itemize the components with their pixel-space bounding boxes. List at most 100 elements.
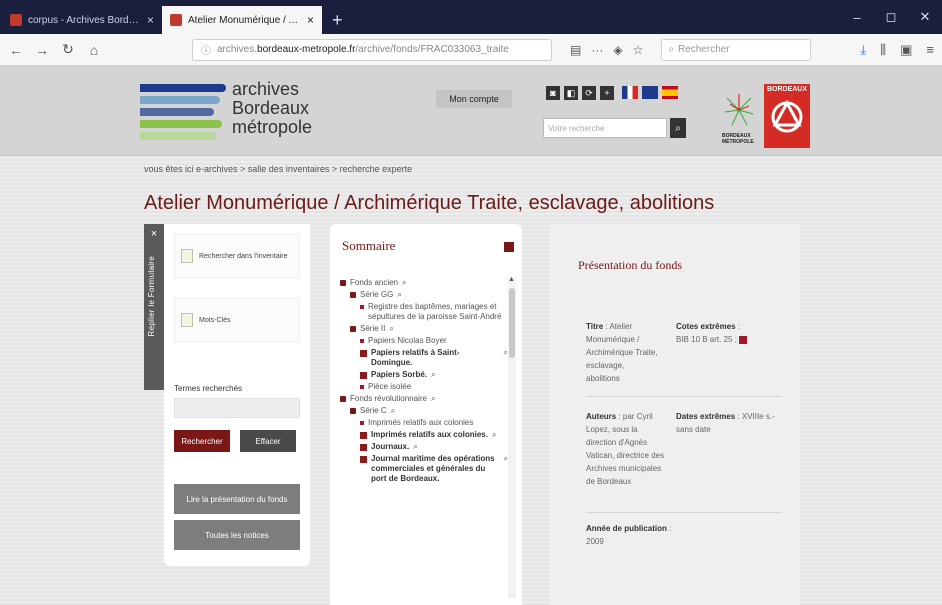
tree-item-label: Imprimés relatifs aux colonies. — [371, 430, 488, 439]
option-search-inventory[interactable]: Rechercher dans l'inventaire — [174, 234, 300, 278]
pocket-icon[interactable]: ◈ — [613, 43, 622, 57]
tree-item[interactable]: Journaux. ⌕ — [340, 442, 508, 452]
all-notices-button[interactable]: Toutes les notices — [174, 520, 300, 550]
close-icon[interactable]: × — [144, 224, 164, 240]
bullet-icon — [360, 421, 364, 425]
toggle-icon[interactable] — [360, 372, 367, 379]
tree-item-label: Registre des baptêmes, mariages et sépul… — [368, 302, 502, 321]
tree-item[interactable]: Papiers relatifs à Saint-Domingue. ⌕ — [340, 348, 508, 368]
search-icon[interactable]: ⌕ — [431, 370, 435, 380]
bookmark-star-icon[interactable]: ☆ — [633, 43, 644, 57]
scroll-up-icon[interactable]: ▲ — [508, 276, 515, 283]
share-icon[interactable]: ⟳ — [582, 86, 596, 100]
library-icon[interactable]: ⫼ — [880, 42, 886, 58]
new-tab-button[interactable]: + — [322, 6, 353, 34]
toggle-icon[interactable] — [350, 292, 356, 298]
clear-button[interactable]: Effacer — [240, 430, 296, 452]
reader-view-icon[interactable]: ▤ — [570, 43, 581, 57]
toggle-icon[interactable] — [360, 432, 367, 439]
more-icon[interactable]: ··· — [591, 43, 603, 57]
window-controls: – ◻ ✕ — [840, 0, 942, 34]
flag-fr-icon[interactable] — [622, 86, 638, 99]
plus-icon[interactable]: + — [600, 86, 614, 100]
tree-item[interactable]: Fonds ancien ⌕ — [340, 278, 508, 288]
rss-icon[interactable]: ◙ — [546, 86, 560, 100]
tab-corpus[interactable]: corpus - Archives Bordeaux Mé × — [2, 6, 162, 34]
toggle-icon[interactable] — [350, 326, 356, 332]
toggle-icon[interactable] — [360, 444, 367, 451]
search-button[interactable]: Rechercher — [174, 430, 230, 452]
tree-item[interactable]: Imprimés relatifs aux colonies. ⌕ — [340, 430, 508, 440]
bordeaux-metropole-logo: BORDEAUX MÉTROPOLE — [722, 92, 756, 146]
minimize-icon[interactable]: – — [840, 0, 874, 34]
back-icon[interactable]: ← — [8, 42, 24, 58]
tree-item[interactable]: Imprimés relatifs aux colonies — [340, 418, 508, 428]
search-icon: ⌕ — [668, 44, 674, 55]
tree-item[interactable]: Pièce isolée — [340, 382, 508, 392]
page-content: vous êtes ici e-archives > salle des inv… — [0, 156, 942, 605]
flag-uk-icon[interactable] — [642, 86, 658, 99]
search-icon[interactable]: ⌕ — [431, 394, 435, 404]
tree-item-label: Papiers Nicolas Boyer — [368, 336, 447, 345]
option-keywords[interactable]: Mots-Clés — [174, 298, 300, 342]
flag-es-icon[interactable] — [662, 86, 678, 99]
search-icon[interactable]: ⌕ — [413, 442, 417, 452]
search-icon[interactable]: ⌕ — [389, 324, 393, 334]
close-window-icon[interactable]: ✕ — [908, 0, 942, 34]
url-bar[interactable]: ⓘ archives.bordeaux-metropole.fr/archive… — [192, 38, 552, 61]
site-logo[interactable]: archives Bordeaux métropole — [140, 80, 340, 144]
tree-item-label: Série GG — [360, 290, 394, 299]
tree-item-label: Fonds ancien — [350, 278, 399, 287]
tree-item[interactable]: Papiers Sorbé. ⌕ — [340, 370, 508, 380]
tree-item[interactable]: Journal maritime des opérations commerci… — [340, 454, 508, 484]
contrast-icon[interactable]: ◧ — [564, 86, 578, 100]
terms-input[interactable] — [174, 398, 300, 418]
menu-icon[interactable]: ≡ — [926, 42, 934, 58]
download-icon[interactable]: ⤓ — [860, 42, 866, 58]
bordeaux-city-logo: BORDEAUX — [764, 84, 810, 148]
reload-icon[interactable]: ↻ — [60, 41, 76, 58]
scrollbar-thumb[interactable] — [509, 288, 515, 358]
search-icon[interactable]: ⌕ — [492, 430, 496, 440]
search-icon[interactable]: ⌕ — [402, 278, 406, 288]
search-form-panel: Rechercher dans l'inventaire Mots-Clés T… — [164, 224, 310, 566]
home-icon[interactable]: ⌂ — [86, 42, 102, 58]
sidebar-icon[interactable]: ▣ — [900, 42, 912, 58]
tab-close-icon[interactable]: × — [307, 13, 314, 27]
search-icon[interactable]: ⌕ — [397, 290, 401, 300]
tree-item-label: Journaux. — [371, 442, 410, 451]
toggle-icon[interactable] — [340, 396, 346, 402]
tab-atelier[interactable]: Atelier Monumérique / Archi × — [162, 6, 322, 34]
search-icon[interactable]: ⌕ — [391, 406, 395, 416]
toolbar-icons: ⤓ ⫼ ▣ ≡ — [860, 42, 934, 58]
toggle-icon[interactable] — [360, 350, 367, 357]
add-icon[interactable] — [739, 335, 748, 344]
collapse-form-tab[interactable]: × Replier le Formulaire — [144, 224, 164, 390]
dates-field: Dates extrêmes : XVIIIe s.-sans date — [676, 412, 775, 434]
checkbox-icon[interactable] — [181, 313, 193, 327]
tree-item[interactable]: Série C ⌕ — [340, 406, 508, 416]
toggle-icon[interactable] — [340, 280, 346, 286]
presentation-title: Présentation du fonds — [578, 258, 682, 272]
tab-close-icon[interactable]: × — [147, 13, 154, 27]
tree-item[interactable]: Série GG ⌕ — [340, 290, 508, 300]
toggle-icon[interactable] — [350, 408, 356, 414]
tree-item[interactable]: Série II ⌕ — [340, 324, 508, 334]
tree-item[interactable]: Fonds révolutionnaire ⌕ — [340, 394, 508, 404]
checkbox-icon[interactable] — [181, 249, 193, 263]
bullet-icon — [360, 305, 364, 309]
tree-item[interactable]: Papiers Nicolas Boyer — [340, 336, 508, 346]
browser-navbar: ← → ↻ ⌂ ⓘ archives.bordeaux-metropole.fr… — [0, 34, 942, 66]
presentation-panel: Présentation du fonds Titre : Atelier Mo… — [550, 224, 800, 605]
forward-icon[interactable]: → — [34, 42, 50, 58]
browser-search-input[interactable]: ⌕ Rechercher — [661, 38, 812, 61]
maximize-icon[interactable]: ◻ — [874, 0, 908, 34]
toggle-icon[interactable] — [360, 456, 367, 463]
tree-item-label: Pièce isolée — [368, 382, 412, 391]
read-presentation-button[interactable]: Lire la présentation du fonds — [174, 484, 300, 514]
site-search-input[interactable]: Votre recherche — [543, 118, 667, 138]
expand-all-icon[interactable] — [504, 242, 514, 252]
site-search-button[interactable]: ⌕ — [670, 118, 686, 138]
tree-item[interactable]: Registre des baptêmes, mariages et sépul… — [340, 302, 508, 322]
mon-compte-button[interactable]: Mon compte — [436, 90, 512, 108]
